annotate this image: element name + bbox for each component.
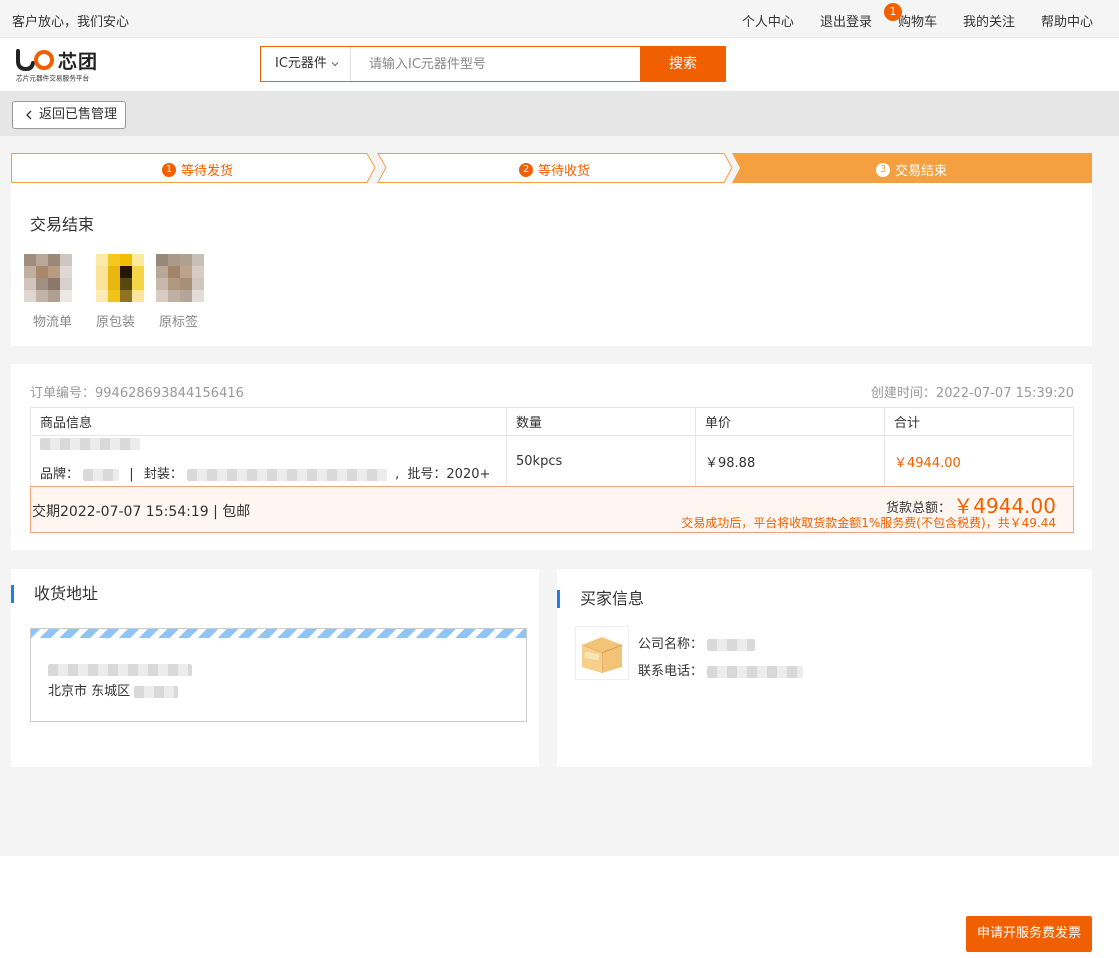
step-2-label: 等待收货 [538, 164, 591, 179]
col-product-info: 商品信息 [30, 407, 507, 436]
logistics-slip-image[interactable] [24, 254, 72, 302]
buyer-info-title: 买家信息 [557, 590, 644, 608]
back-button-label: 返回已售管理 [39, 107, 118, 122]
package-redacted [186, 468, 387, 481]
brand-redacted [83, 468, 120, 481]
search-category-select[interactable]: IC元器件 [261, 47, 351, 81]
brand-label: 品牌： [40, 467, 80, 482]
search-input[interactable] [351, 47, 640, 81]
product-model-redacted [40, 436, 506, 451]
chevron-down-icon [331, 62, 339, 67]
status-title: 交易结束 [30, 215, 95, 234]
address-box: 北京市 东城区 [30, 628, 527, 722]
search-bar: IC元器件 搜索 [260, 46, 726, 82]
logistics-slip-label: 物流单 [33, 315, 73, 330]
step-1: 1 等待发货 [162, 160, 233, 179]
nav-cart[interactable]: 1 购物车 [883, 3, 937, 30]
company-name-redacted [707, 638, 756, 651]
address-region-text: 北京市 东城区 [48, 684, 131, 699]
order-card: 订单编号：994628693844156416 创建时间：2022-07-07 … [11, 364, 1092, 550]
logo-mark-icon [16, 49, 54, 72]
apply-service-invoice-button[interactable]: 申请开服务费发票 [966, 916, 1092, 952]
order-table: 商品信息 数量 单价 合计 品牌： | 封装： , 批号：2020+ 50kpc… [30, 407, 1074, 487]
product-attrs: 品牌： | 封装： , 批号：2020+ [40, 467, 491, 482]
address-stripe [31, 629, 526, 638]
address-name-redacted [48, 662, 192, 677]
original-package-label: 原包装 [96, 315, 136, 330]
header: 芯团 芯片元器件交易服务平台 IC元器件 搜索 [0, 38, 1119, 91]
contact-phone-redacted [707, 665, 804, 678]
status-card: 交易结束 物流单 原包装 原标签 [11, 183, 1092, 346]
chevron-left-icon [26, 110, 32, 120]
search-button[interactable]: 搜索 [640, 46, 726, 82]
search-category-label: IC元器件 [275, 56, 327, 71]
slogan: 客户放心，我们安心 [12, 15, 130, 30]
quantity-cell: 50kpcs [506, 435, 696, 487]
company-avatar [575, 626, 629, 680]
step-3-number: 3 [876, 162, 890, 177]
col-total: 合计 [884, 407, 1074, 436]
step-2: 2 等待收货 [519, 160, 590, 179]
step-3-label: 交易结束 [895, 164, 948, 179]
original-label-image[interactable] [156, 254, 204, 302]
address-region: 北京市 东城区 [48, 680, 179, 699]
unit-price-cell: ￥98.88 [695, 435, 885, 487]
delivery-info: 交期2022-07-07 15:54:19 | 包邮 [32, 504, 251, 520]
contact-phone-label: 联系电话： [638, 664, 704, 679]
shipping-address-title: 收货地址 [11, 585, 98, 603]
shipping-address-card: 收货地址 北京市 东城区 [11, 569, 539, 767]
top-nav: 个人中心 退出登录 1 购物车 我的关注 帮助中心 [716, 3, 1093, 30]
service-fee-note: 交易成功后，平台将收取货款金额1%服务费(不包含税费)，共￥49.44 [681, 516, 1056, 530]
product-info-cell: 品牌： | 封装： , 批号：2020+ [30, 435, 507, 487]
progress-steps: 1 等待发货 2 等待收货 3 交易结束 [11, 153, 1092, 183]
nav-personal-center[interactable]: 个人中心 [742, 11, 794, 30]
original-label-label: 原标签 [159, 315, 199, 330]
contact-phone: 联系电话： [638, 660, 804, 679]
back-to-sold-button[interactable]: 返回已售管理 [12, 101, 126, 129]
package-label: 封装： [143, 467, 183, 482]
cart-count-badge: 1 [883, 3, 902, 21]
step-3: 3 交易结束 [876, 160, 947, 179]
back-bar: 返回已售管理 [0, 91, 1119, 136]
nav-cart-label: 购物车 [897, 15, 937, 30]
nav-help-center[interactable]: 帮助中心 [1041, 11, 1093, 30]
top-bar: 客户放心，我们安心 个人中心 退出登录 1 购物车 我的关注 帮助中心 [0, 0, 1119, 38]
company-name-label: 公司名称： [638, 637, 704, 652]
nav-logout[interactable]: 退出登录 [820, 11, 872, 30]
address-detail-redacted [134, 685, 179, 698]
step-1-label: 等待发货 [181, 164, 234, 179]
package-box-icon [581, 637, 623, 673]
content-area: 1 等待发货 2 等待收货 3 交易结束 交易结束 物流单 原包装 原标签 订单… [0, 136, 1119, 856]
company-name: 公司名称： [638, 633, 756, 652]
nav-my-follows[interactable]: 我的关注 [963, 11, 1015, 30]
logo-text: 芯团 [58, 51, 99, 73]
original-package-image[interactable] [96, 254, 144, 302]
total-cell: ￥4944.00 [884, 435, 1074, 487]
site-logo[interactable]: 芯团 芯片元器件交易服务平台 [16, 48, 112, 84]
order-number: 订单编号：994628693844156416 [30, 386, 244, 401]
buyer-info-card: 买家信息 公司名称： 联系电话： [557, 569, 1092, 767]
logo-subtitle: 芯片元器件交易服务平台 [16, 74, 90, 83]
batch-label: 批号：2020+ [407, 467, 491, 482]
step-2-number: 2 [519, 162, 533, 177]
created-time: 创建时间：2022-07-07 15:39:20 [870, 386, 1074, 401]
step-1-number: 1 [162, 162, 176, 177]
col-unit-price: 单价 [695, 407, 885, 436]
col-quantity: 数量 [506, 407, 696, 436]
table-header-row: 商品信息 数量 单价 合计 [30, 407, 1074, 436]
table-row: 品牌： | 封装： , 批号：2020+ 50kpcs ￥98.88 ￥4944… [30, 435, 1074, 487]
order-summary: 交期2022-07-07 15:54:19 | 包邮 货款总额： ￥4944.0… [30, 486, 1074, 533]
